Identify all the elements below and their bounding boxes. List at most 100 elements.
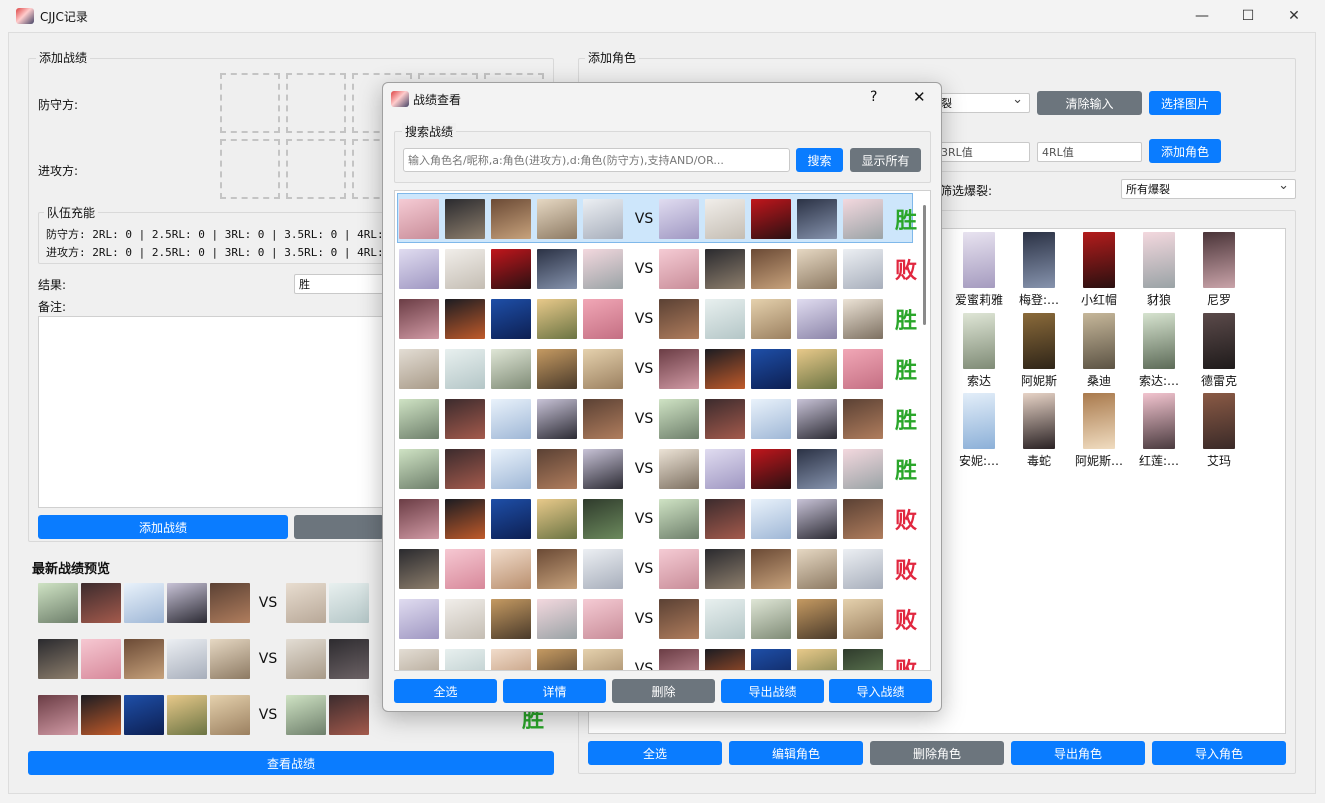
character-avatar (81, 583, 121, 623)
show-all-button[interactable]: 显示所有 (850, 148, 921, 172)
character-avatar (705, 499, 745, 539)
record-row[interactable]: VS 败 (395, 644, 923, 670)
character-avatar (659, 449, 699, 489)
delete-record-button[interactable]: 删除 (612, 679, 715, 703)
character-portrait (1023, 393, 1055, 449)
edit-character-button[interactable]: 编辑角色 (729, 741, 863, 765)
view-records-button[interactable]: 查看战绩 (28, 751, 554, 775)
preview-row[interactable]: VS (38, 639, 369, 679)
character-card[interactable]: 桑迪 (1068, 313, 1130, 389)
character-avatar (399, 399, 439, 439)
record-row[interactable]: VS 败 (395, 594, 923, 644)
character-avatar (659, 399, 699, 439)
character-card[interactable]: 索达:… (1128, 313, 1190, 389)
record-row[interactable]: VS 胜 (395, 194, 923, 244)
record-row[interactable]: VS 胜 (395, 394, 923, 444)
character-name: 毒蛇 (1026, 454, 1051, 468)
defender-slot[interactable] (286, 73, 346, 133)
team-charge-title: 队伍充能 (44, 204, 99, 221)
character-card[interactable]: 阿妮斯 (1008, 313, 1070, 389)
delete-character-button[interactable]: 删除角色 (870, 741, 1004, 765)
record-row[interactable]: VS 败 (395, 244, 923, 294)
character-avatar (843, 399, 883, 439)
character-portrait (1023, 313, 1055, 369)
character-name: 安妮:… (958, 454, 1000, 468)
note-textarea[interactable] (38, 316, 384, 508)
character-avatar (210, 639, 250, 679)
record-row[interactable]: VS 胜 (395, 444, 923, 494)
record-row[interactable]: VS 胜 (395, 294, 923, 344)
add-record-button[interactable]: 添加战绩 (38, 515, 288, 539)
character-portrait (963, 393, 995, 449)
character-card[interactable]: 梅登:… (1008, 232, 1070, 308)
character-avatar (537, 449, 577, 489)
defender-charge-text: 防守方: 2RL: 0 | 2.5RL: 0 | 3RL: 0 | 3.5RL:… (46, 228, 382, 241)
scrollbar-thumb[interactable] (923, 205, 926, 325)
character-card[interactable]: 毒蛇 (1008, 393, 1070, 469)
character-avatar (751, 649, 791, 670)
select-all-characters-button[interactable]: 全选 (588, 741, 722, 765)
character-name: 尼罗 (1206, 293, 1231, 307)
character-card[interactable]: 小红帽 (1068, 232, 1130, 308)
character-portrait (963, 232, 995, 288)
character-card[interactable]: 索达 (948, 313, 1010, 389)
dialog-close-button[interactable]: ✕ (913, 88, 926, 106)
defender-slot[interactable] (220, 73, 280, 133)
minimize-button[interactable]: — (1179, 0, 1225, 32)
record-row[interactable]: VS 败 (395, 494, 923, 544)
preview-row[interactable]: VS (38, 583, 369, 623)
add-record-title: 添加战绩 (36, 49, 91, 66)
character-avatar (705, 349, 745, 389)
character-card[interactable]: 红莲:… (1128, 393, 1190, 469)
select-all-records-button[interactable]: 全选 (394, 679, 497, 703)
character-avatar (537, 249, 577, 289)
character-portrait (1143, 393, 1175, 449)
clear-input-button[interactable]: 清除输入 (1037, 91, 1142, 115)
character-avatar (659, 599, 699, 639)
character-avatar (491, 199, 531, 239)
vs-label: VS (258, 651, 278, 667)
character-avatar (583, 649, 623, 670)
clear-record-button[interactable] (294, 515, 384, 539)
preview-row[interactable]: VS (38, 695, 369, 735)
add-character-button[interactable]: 添加角色 (1149, 139, 1221, 163)
close-button[interactable]: ✕ (1271, 0, 1317, 32)
record-row[interactable]: VS 胜 (395, 344, 923, 394)
choose-image-button[interactable]: 选择图片 (1149, 91, 1221, 115)
character-card[interactable]: 爱蜜莉雅 (948, 232, 1010, 308)
character-avatar (751, 499, 791, 539)
import-records-button[interactable]: 导入战绩 (829, 679, 932, 703)
burst-combo[interactable]: 裂 (936, 92, 1030, 113)
character-avatar (751, 349, 791, 389)
maximize-button[interactable]: ☐ (1225, 0, 1271, 32)
character-card[interactable]: 豺狼 (1128, 232, 1190, 308)
help-button[interactable]: ? (870, 89, 877, 105)
character-avatar (491, 299, 531, 339)
filter-combo[interactable]: 所有爆裂 (1121, 178, 1296, 199)
character-name: 爱蜜莉雅 (954, 293, 1003, 307)
character-card[interactable]: 尼罗 (1188, 232, 1250, 308)
character-avatar (751, 249, 791, 289)
attacker-label: 进攻方: (38, 164, 79, 178)
character-card[interactable]: 德雷克 (1188, 313, 1250, 389)
attacker-slot[interactable] (286, 139, 346, 199)
export-records-button[interactable]: 导出战绩 (721, 679, 824, 703)
vs-label: VS (634, 511, 654, 527)
attacker-slot[interactable] (220, 139, 280, 199)
export-characters-button[interactable]: 导出角色 (1011, 741, 1145, 765)
character-card[interactable]: 安妮:… (948, 393, 1010, 469)
character-avatar (797, 349, 837, 389)
search-button[interactable]: 搜索 (796, 148, 843, 172)
import-characters-button[interactable]: 导入角色 (1152, 741, 1286, 765)
rl3-input[interactable]: 3RL值 (936, 142, 1030, 162)
result-select[interactable]: 胜 (294, 274, 384, 294)
character-card[interactable]: 艾玛 (1188, 393, 1250, 469)
details-button[interactable]: 详情 (503, 679, 606, 703)
character-card[interactable]: 阿妮斯… (1068, 393, 1130, 469)
rl4-input[interactable]: 4RL值 (1037, 142, 1142, 162)
character-avatar (583, 299, 623, 339)
record-row[interactable]: VS 败 (395, 544, 923, 594)
character-avatar (399, 649, 439, 670)
search-input[interactable]: 输入角色名/昵称,a:角色(进攻方),d:角色(防守方),支持AND/OR... (403, 148, 790, 172)
character-avatar (445, 399, 485, 439)
